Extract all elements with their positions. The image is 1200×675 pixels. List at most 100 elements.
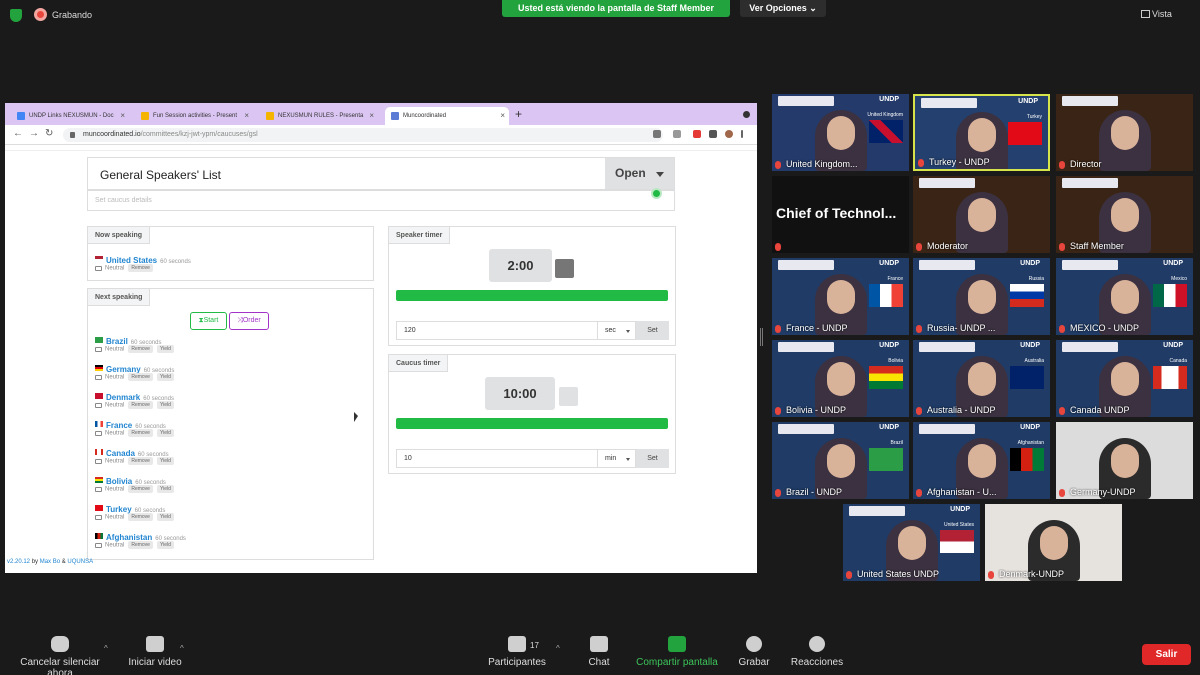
undp-label: UNDP: [1020, 260, 1040, 267]
participant-tile[interactable]: UNDP Afghanistan Afghanistan - U...: [913, 422, 1050, 499]
participant-tile[interactable]: UNDP United Kingdom United Kingdom...: [772, 94, 909, 171]
yield-button[interactable]: Yield: [156, 541, 174, 549]
yield-button[interactable]: Yield: [156, 457, 174, 465]
remove-button[interactable]: Remove: [128, 485, 153, 493]
close-icon[interactable]: ×: [369, 107, 374, 125]
author-link[interactable]: Max Bo: [40, 559, 60, 565]
unmute-button[interactable]: Cancelar silenciar ahora: [8, 636, 112, 675]
reload-icon[interactable]: ↻: [45, 128, 53, 139]
grid-view-icon[interactable]: [1141, 10, 1150, 18]
browser-tab[interactable]: Fun Session activities - Present ×: [135, 107, 253, 125]
caucus-title[interactable]: General Speakers' List: [100, 168, 221, 182]
url-input[interactable]: muncoordinated.io/committees/kzj-jwt-ypm…: [63, 128, 663, 142]
view-options-button[interactable]: Ver Opciones ⌄: [740, 0, 826, 17]
speaker-timer-display[interactable]: 2:00: [489, 249, 552, 282]
remove-button[interactable]: Remove: [128, 429, 153, 437]
participant-label: United States UNDP: [857, 569, 940, 579]
yield-button[interactable]: Yield: [156, 513, 174, 521]
url-host: muncoordinated.io: [83, 131, 141, 138]
browser-tab[interactable]: UNDP Links NEXUSMUN - Doc ×: [11, 107, 129, 125]
close-icon[interactable]: ×: [120, 107, 125, 125]
remove-button[interactable]: Remove: [128, 457, 153, 465]
brazil-flag-icon: [95, 336, 103, 343]
stance-label: Neutral: [105, 486, 125, 493]
participant-tile[interactable]: Staff Member: [1056, 176, 1193, 253]
order-button[interactable]: ⤨Order: [229, 312, 269, 330]
participant-tile[interactable]: UNDP France France - UNDP: [772, 258, 909, 335]
participant-tile[interactable]: UNDP Bolivia Bolivia - UNDP: [772, 340, 909, 417]
new-tab-icon[interactable]: +: [515, 107, 522, 121]
participant-tile[interactable]: UNDP Brazil Brazil - UNDP: [772, 422, 909, 499]
participant-tile[interactable]: Moderator: [913, 176, 1050, 253]
view-button-label[interactable]: Vista: [1152, 9, 1172, 19]
star-icon[interactable]: [673, 130, 681, 138]
participant-tile[interactable]: UNDP Mexico MEXICO - UNDP: [1056, 258, 1193, 335]
participants-caret-icon[interactable]: ^: [556, 644, 560, 653]
caucus-details-input[interactable]: Set caucus details: [87, 190, 675, 211]
participant-tile[interactable]: Germany-UNDP: [1056, 422, 1193, 499]
back-icon[interactable]: ←: [13, 128, 23, 139]
bell-off-icon[interactable]: [559, 387, 578, 406]
undp-label: UNDP: [1163, 260, 1183, 267]
start-video-button[interactable]: Iniciar video: [125, 636, 185, 668]
puzzle-icon[interactable]: [709, 130, 717, 138]
share-screen-button[interactable]: Compartir pantalla: [634, 636, 720, 668]
leave-meeting-button[interactable]: Salir: [1142, 644, 1191, 665]
participant-face: [1110, 280, 1139, 314]
speaker-set-button[interactable]: Set: [636, 321, 669, 340]
remove-button[interactable]: Remove: [128, 345, 153, 353]
yield-button[interactable]: Yield: [156, 401, 174, 409]
start-button[interactable]: ⧗Start: [190, 312, 227, 330]
conference-logo: [919, 342, 975, 352]
translate-icon[interactable]: [653, 130, 661, 138]
caucus-title-box: General Speakers' List Open: [87, 157, 675, 190]
browser-menu-icon[interactable]: [743, 111, 750, 118]
caucus-timer-display[interactable]: 10:00: [485, 377, 555, 410]
close-icon[interactable]: ×: [500, 107, 505, 125]
turkey-flag-icon: [95, 504, 103, 511]
browser-tab[interactable]: NEXUSMUN RULES - Presenta ×: [260, 107, 378, 125]
bell-icon[interactable]: [555, 259, 574, 278]
participant-tile[interactable]: Director: [1056, 94, 1193, 171]
profile-avatar[interactable]: [725, 130, 733, 138]
chat-button[interactable]: Chat: [580, 636, 618, 668]
forward-icon[interactable]: →: [29, 128, 39, 139]
video-options-caret-icon[interactable]: ^: [180, 644, 184, 653]
caucus-set-button[interactable]: Set: [636, 449, 669, 468]
participant-tile[interactable]: UNDP Turkey Turkey - UNDP: [913, 94, 1050, 171]
speaker-unit-select[interactable]: sec: [598, 321, 636, 340]
yield-button[interactable]: Yield: [156, 345, 174, 353]
reactions-button[interactable]: Reacciones: [790, 636, 844, 668]
grammarly-icon[interactable]: [651, 188, 662, 199]
participant-tile[interactable]: Denmark-UNDP: [985, 504, 1122, 581]
participant-tile[interactable]: UNDP Russia Russia- UNDP ...: [913, 258, 1050, 335]
remove-button[interactable]: Remove: [128, 373, 153, 381]
close-icon[interactable]: ×: [244, 107, 249, 125]
browser-tab-active[interactable]: Muncoordinated ×: [385, 107, 509, 125]
org-link[interactable]: UQUNSA: [67, 559, 93, 565]
splitter-handle[interactable]: [760, 328, 763, 346]
caucus-unit-select[interactable]: min: [598, 449, 636, 468]
remove-button[interactable]: Remove: [128, 513, 153, 521]
participant-name: Moderator: [916, 241, 968, 251]
audio-options-caret-icon[interactable]: ^: [104, 644, 108, 653]
participant-tile[interactable]: UNDP Australia Australia - UNDP: [913, 340, 1050, 417]
kebab-menu-icon[interactable]: [741, 130, 743, 138]
extension-icon[interactable]: [693, 130, 701, 138]
shield-icon[interactable]: [10, 9, 22, 22]
yield-button[interactable]: Yield: [156, 485, 174, 493]
footer-by: by: [31, 559, 39, 565]
speaker-time-input[interactable]: 120: [396, 321, 598, 340]
participant-tile[interactable]: UNDP Canada Canada UNDP: [1056, 340, 1193, 417]
caucus-time-input[interactable]: 10: [396, 449, 598, 468]
yield-button[interactable]: Yield: [156, 373, 174, 381]
remove-button[interactable]: Remove: [128, 401, 153, 409]
now-speaking-panel: Now speaking United States 60 seconds Neu…: [87, 226, 374, 281]
yield-button[interactable]: Yield: [156, 429, 174, 437]
version-link[interactable]: v2.20.12: [7, 559, 30, 565]
status-dropdown[interactable]: Open: [605, 158, 674, 189]
remove-button[interactable]: Remove: [128, 264, 153, 272]
remove-button[interactable]: Remove: [128, 541, 153, 549]
participant-tile[interactable]: UNDP United States United States UNDP: [843, 504, 980, 581]
record-button[interactable]: Grabar: [735, 636, 773, 668]
